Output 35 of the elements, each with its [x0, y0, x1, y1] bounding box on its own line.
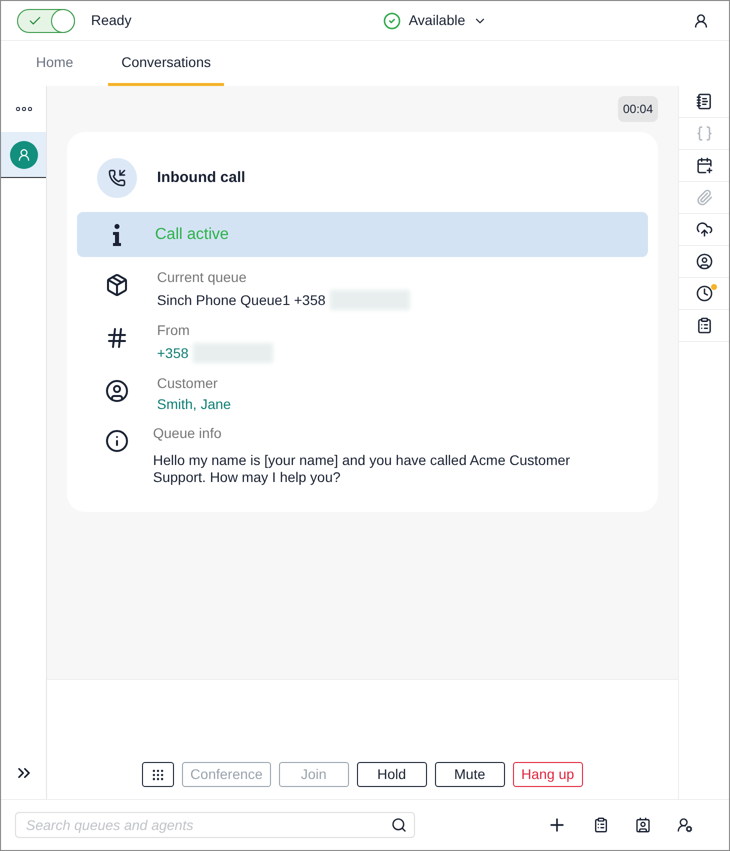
search-icon[interactable]	[391, 817, 407, 833]
ready-toggle[interactable]	[17, 8, 75, 32]
card-title: Inbound call	[157, 168, 246, 188]
hash-icon	[105, 326, 129, 350]
call-action-button[interactable]: Hang up	[512, 762, 583, 787]
field-value[interactable]: +358	[157, 344, 189, 362]
more-icon	[16, 107, 32, 111]
info-icon	[112, 224, 122, 246]
avatar	[10, 140, 38, 168]
call-status: Call active	[155, 224, 229, 244]
check-circle-icon	[382, 12, 401, 30]
field-value[interactable]: Smith, Jane	[157, 396, 231, 413]
clipboard-icon[interactable]	[593, 817, 609, 833]
user-circle-icon	[105, 379, 129, 403]
dialpad-button[interactable]	[142, 762, 174, 787]
call-timer: 00:04	[618, 96, 658, 122]
status-label: Ready	[91, 11, 132, 30]
field-label: Queue info	[153, 425, 222, 442]
info-icon	[105, 429, 129, 453]
field-value: Sinch Phone Queue1 +358	[157, 292, 326, 308]
search-field[interactable]: Search queues and agents	[15, 812, 415, 838]
address-book-icon[interactable]	[635, 817, 651, 833]
field-label: Current queue	[157, 269, 248, 286]
dialpad-icon	[151, 768, 166, 782]
field-value: Hello my name is [your name] and you have called Acme Customer Support. How may I help you?	[153, 452, 572, 486]
package-icon	[105, 273, 129, 297]
tab[interactable]: Home	[23, 42, 86, 86]
field-label: Customer	[157, 375, 219, 392]
availability-dropdown[interactable]: Available	[382, 10, 488, 31]
incoming-call-icon	[97, 158, 137, 198]
field-label: From	[157, 322, 191, 339]
conversation-item[interactable]	[1, 132, 46, 178]
call-action-button[interactable]: Mute	[434, 762, 505, 787]
user-menu-icon[interactable]	[693, 12, 709, 28]
call-action-button[interactable]: Hold	[356, 762, 427, 787]
